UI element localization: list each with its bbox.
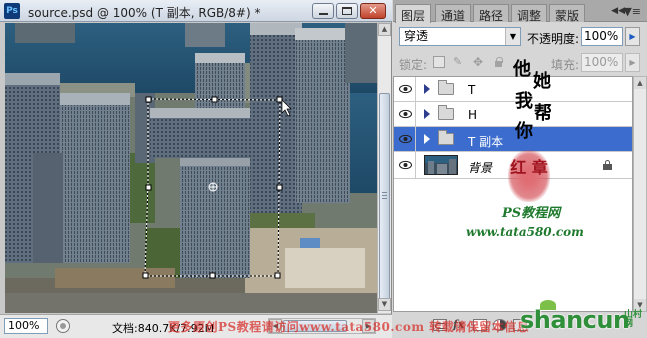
fill-field[interactable]: 100%	[581, 53, 623, 72]
blend-mode-value: 穿透	[404, 29, 429, 43]
lock-pixels-icon[interactable]: ✎	[453, 56, 465, 68]
blend-mode-select[interactable]: 穿透 ▼	[399, 27, 521, 46]
brand-logo-text: shancun	[520, 306, 630, 334]
eye-icon	[399, 109, 412, 119]
watermark-char: 我	[515, 91, 533, 112]
folder-icon	[438, 105, 454, 120]
eye-icon	[399, 134, 412, 144]
visibility-toggle[interactable]	[394, 152, 416, 178]
watermark-char: 帮	[534, 103, 552, 124]
maximize-icon	[342, 7, 352, 15]
layer-name: 背景	[468, 161, 493, 175]
minimize-icon	[319, 13, 328, 15]
layer-row-t[interactable]: T	[394, 77, 632, 102]
scroll-up-icon[interactable]: ▲	[634, 77, 646, 89]
fill-slider-button[interactable]: ▶	[625, 53, 640, 72]
tab-paths[interactable]: 路径	[473, 4, 510, 23]
site-url-watermark: www.tata580.com	[466, 225, 584, 239]
folder-icon	[438, 130, 454, 145]
status-info-icon[interactable]	[56, 319, 70, 333]
lock-all-icon[interactable]	[493, 56, 505, 68]
zoom-field[interactable]: 100%	[4, 318, 48, 334]
visibility-toggle[interactable]	[394, 127, 416, 151]
document-window: Ps source.psd @ 100% (T 副本, RGB/8#) * ✕	[0, 0, 392, 338]
close-icon: ✕	[368, 4, 378, 17]
opacity-field[interactable]: 100%	[581, 27, 623, 46]
expand-triangle-icon[interactable]	[424, 109, 430, 119]
lock-icon	[603, 160, 612, 170]
layers-scrollbar[interactable]: ▲ ▼	[633, 76, 647, 312]
layer-name: T 副本	[468, 135, 504, 149]
expand-triangle-icon[interactable]	[424, 134, 430, 144]
opacity-label: 不透明度:	[527, 32, 580, 46]
expand-triangle-icon[interactable]	[424, 84, 430, 94]
brand-logo-leaf-icon	[540, 300, 556, 310]
tab-adjustments[interactable]: 调整	[511, 4, 548, 23]
maximize-button[interactable]	[336, 3, 358, 19]
lock-position-icon[interactable]: ✥	[473, 56, 485, 68]
lock-label: 锁定:	[399, 58, 428, 72]
watermark-char: 你	[515, 121, 533, 142]
folder-icon	[438, 80, 454, 95]
tab-layers[interactable]: 图层	[395, 4, 432, 23]
watermark-char: 她	[533, 71, 551, 92]
close-button[interactable]: ✕	[360, 3, 386, 19]
layer-row-t-copy[interactable]: T 副本	[394, 127, 632, 152]
visibility-toggle[interactable]	[394, 77, 416, 101]
tab-masks[interactable]: 蒙版	[549, 4, 586, 23]
scroll-down-icon[interactable]: ▼	[378, 298, 391, 311]
footer-watermark: 更多原创PS教程请访问www.tata580.com 转载请保留本信息	[168, 320, 530, 334]
layer-thumbnail	[424, 155, 458, 175]
brand-logo-subtext: 山村网	[624, 310, 643, 329]
lock-transparency-icon[interactable]	[433, 56, 445, 68]
layer-row-h[interactable]: H	[394, 102, 632, 127]
minimize-button[interactable]	[312, 3, 334, 19]
layer-name: T	[468, 83, 476, 97]
scroll-thumb[interactable]	[379, 93, 390, 303]
document-title: source.psd @ 100% (T 副本, RGB/8#) *	[28, 6, 261, 20]
visibility-toggle[interactable]	[394, 102, 416, 126]
seal-text: 红 章	[510, 158, 548, 177]
panel-tabs: 图层 通道 路径 调整 蒙版 ◀◀ ▼≡	[393, 0, 647, 23]
layer-name: H	[468, 108, 478, 122]
photoshop-app-icon: Ps	[4, 3, 20, 19]
eye-icon	[399, 84, 412, 94]
chevron-down-icon: ▼	[505, 28, 520, 45]
canvas-vertical-scrollbar[interactable]: ▲ ▼	[377, 23, 391, 313]
eye-icon	[399, 160, 412, 170]
opacity-slider-button[interactable]: ▶	[625, 27, 640, 46]
document-title-bar[interactable]: Ps source.psd @ 100% (T 副本, RGB/8#) * ✕	[0, 0, 392, 22]
image-canvas[interactable]	[5, 23, 377, 313]
fill-label: 填充:	[551, 58, 580, 72]
ps-tutorial-watermark: PS教程网	[502, 206, 561, 221]
panel-menu-icon[interactable]: ▼≡	[623, 5, 641, 18]
city-photo	[5, 23, 377, 313]
tab-channels[interactable]: 通道	[435, 4, 472, 23]
brand-logo: shancun	[520, 300, 630, 336]
watermark-char: 他	[513, 59, 531, 80]
scroll-up-icon[interactable]: ▲	[378, 23, 391, 36]
red-seal-stamp: 红 章	[508, 150, 550, 202]
